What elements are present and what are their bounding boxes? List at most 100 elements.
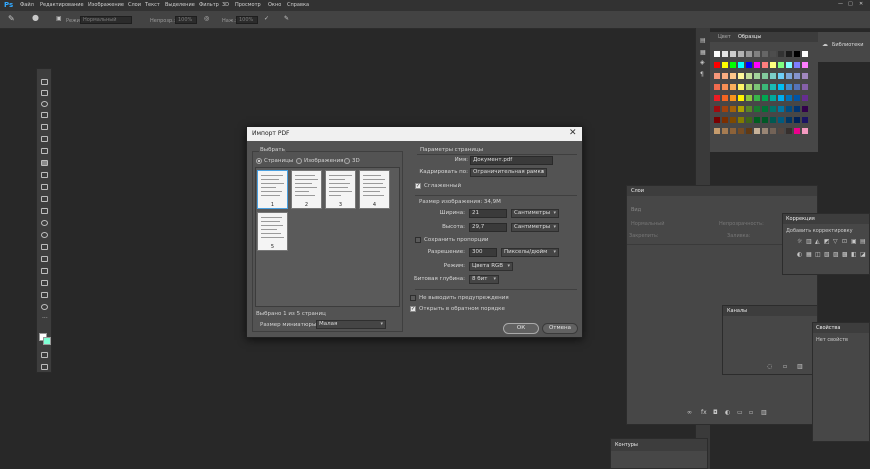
layers-kind-filter[interactable]: Вид — [631, 206, 641, 214]
color-swatch[interactable] — [730, 73, 736, 79]
layer-style-icon[interactable]: fx — [701, 410, 707, 416]
color-swatch[interactable] — [786, 84, 792, 90]
properties-icon[interactable]: ▦ — [700, 50, 706, 56]
page-thumb-4[interactable]: 4 — [359, 170, 390, 209]
maximize-icon[interactable]: □ — [848, 1, 853, 7]
adjustment-icon[interactable]: ▣ — [851, 239, 857, 245]
color-swatch[interactable] — [730, 62, 736, 68]
color-swatch[interactable] — [794, 73, 800, 79]
add-mask-icon[interactable]: ◘ — [713, 410, 718, 416]
adjustment-icon[interactable]: ◩ — [824, 239, 830, 245]
suppress-warnings-checkbox[interactable] — [410, 295, 416, 301]
opacity-field[interactable]: 100% — [175, 16, 197, 24]
screen-mode-icon[interactable] — [41, 364, 48, 370]
color-swatch[interactable] — [770, 73, 776, 79]
color-swatch[interactable] — [802, 51, 808, 57]
color-swatch[interactable] — [722, 84, 728, 90]
adjustment-icon[interactable]: ▧ — [824, 252, 830, 258]
adjustment-icon[interactable]: ▨ — [833, 252, 839, 258]
color-swatch[interactable] — [770, 95, 776, 101]
color-swatch[interactable] — [770, 84, 776, 90]
color-swatch[interactable] — [746, 73, 752, 79]
color-swatch[interactable] — [802, 128, 808, 134]
color-swatch[interactable] — [714, 95, 720, 101]
lasso-tool-icon[interactable] — [41, 101, 48, 107]
pressure-opacity-icon[interactable]: ◎ — [204, 16, 209, 22]
color-swatch[interactable] — [754, 128, 760, 134]
color-swatch[interactable] — [746, 84, 752, 90]
healing-tool-icon[interactable] — [41, 148, 48, 154]
menu-text[interactable]: Текст — [145, 2, 160, 8]
move-tool-icon[interactable] — [41, 79, 48, 85]
adjustment-icon[interactable]: ◧ — [851, 252, 857, 258]
page-thumb-5[interactable]: 5 — [257, 212, 288, 251]
color-swatch[interactable] — [786, 117, 792, 123]
radio-images-label[interactable]: Изображения — [304, 157, 343, 165]
libraries-label[interactable]: Библиотеки — [832, 41, 864, 49]
reverse-order-label[interactable]: Открыть в обратном порядке — [419, 305, 505, 313]
quick-select-tool-icon[interactable] — [41, 112, 48, 118]
color-swatch[interactable] — [730, 117, 736, 123]
color-swatch[interactable] — [802, 62, 808, 68]
menu-file[interactable]: Файл — [20, 2, 34, 8]
adjustment-layer-icon[interactable]: ◐ — [725, 410, 730, 416]
color-swatch[interactable] — [738, 95, 744, 101]
color-swatch[interactable] — [794, 95, 800, 101]
menu-select[interactable]: Выделение — [165, 2, 195, 8]
brush-preset-icon[interactable]: ● — [32, 14, 39, 22]
radio-pages-label[interactable]: Страницы — [264, 157, 293, 165]
color-swatch[interactable] — [714, 128, 720, 134]
marquee-tool-icon[interactable] — [41, 90, 48, 96]
color-swatch[interactable] — [738, 73, 744, 79]
history-icon[interactable]: ▤ — [700, 38, 706, 44]
color-swatch[interactable] — [762, 62, 768, 68]
color-swatch[interactable] — [762, 73, 768, 79]
color-swatch[interactable] — [714, 84, 720, 90]
color-swatch[interactable] — [746, 51, 752, 57]
color-swatch[interactable] — [762, 106, 768, 112]
stamp-tool-icon[interactable] — [41, 172, 48, 178]
adjustment-icon[interactable]: ◪ — [860, 252, 866, 258]
keep-proportions-checkbox[interactable] — [415, 237, 421, 243]
color-swatch[interactable] — [746, 62, 752, 68]
color-swatch[interactable] — [754, 73, 760, 79]
adjustment-icon[interactable]: ◫ — [815, 252, 821, 258]
gradient-tool-icon[interactable] — [41, 208, 48, 214]
bit-depth-select[interactable]: 8 бит ▾ — [469, 275, 499, 284]
color-swatch[interactable] — [746, 117, 752, 123]
info-icon[interactable]: ◈ — [700, 60, 705, 66]
color-swatch[interactable] — [730, 106, 736, 112]
layers-blend-mode[interactable]: Нормальный — [631, 220, 664, 228]
close-icon[interactable]: ✕ — [859, 1, 863, 7]
menu-image[interactable]: Изображение — [88, 2, 124, 8]
color-swatch[interactable] — [786, 95, 792, 101]
page-thumb-2[interactable]: 2 — [291, 170, 322, 209]
anti-alias-label[interactable]: Сглаженный — [424, 182, 461, 190]
adjustment-icon[interactable]: ◭ — [815, 239, 820, 245]
color-swatch[interactable] — [770, 128, 776, 134]
color-swatch[interactable] — [722, 128, 728, 134]
paragraph-icon[interactable]: ¶ — [700, 72, 704, 78]
color-swatch[interactable] — [794, 84, 800, 90]
width-field[interactable]: 21 — [469, 209, 507, 218]
color-swatch[interactable] — [762, 51, 768, 57]
color-swatch[interactable] — [730, 95, 736, 101]
adjustment-icon[interactable]: ▦ — [806, 252, 812, 258]
tab-color[interactable]: Цвет — [718, 33, 731, 41]
quick-mask-icon[interactable] — [41, 352, 48, 358]
airbrush-icon[interactable]: ✓ — [264, 16, 269, 22]
adjustment-icon[interactable]: ◐ — [797, 252, 802, 258]
color-swatch[interactable] — [794, 62, 800, 68]
rectangle-tool-icon[interactable] — [41, 280, 48, 286]
color-swatch[interactable] — [802, 84, 808, 90]
color-swatch[interactable] — [754, 62, 760, 68]
link-layers-icon[interactable]: ∞ — [687, 410, 692, 416]
color-swatch[interactable] — [778, 62, 784, 68]
color-swatch[interactable] — [754, 117, 760, 123]
width-unit-select[interactable]: Сантиметры ▾ — [511, 209, 559, 218]
mode-select[interactable]: Нормальный — [80, 16, 132, 24]
color-swatch[interactable] — [730, 84, 736, 90]
color-swatch[interactable] — [762, 128, 768, 134]
color-swatch[interactable] — [770, 51, 776, 57]
color-swatch[interactable] — [802, 106, 808, 112]
